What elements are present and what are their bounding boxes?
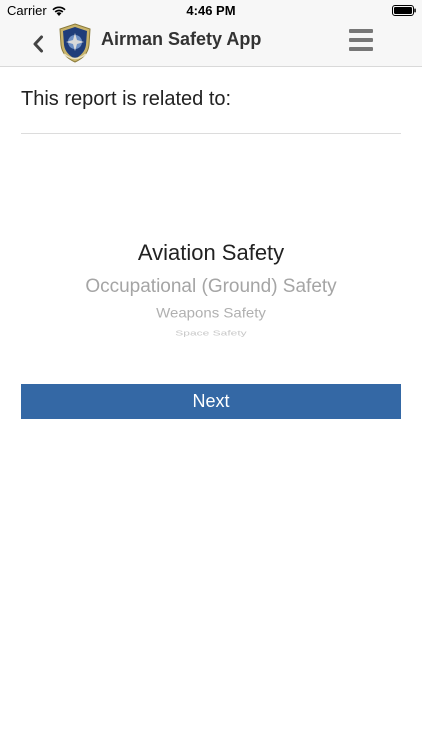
screen: Carrier 4:46 PM Airman Safety App This r…	[0, 0, 422, 750]
app-title: Airman Safety App	[101, 29, 262, 49]
navigation-bar: Airman Safety App	[0, 22, 422, 67]
picker-option-space-safety[interactable]: Space Safety	[21, 329, 401, 337]
back-button[interactable]	[26, 30, 50, 58]
chevron-left-icon	[33, 35, 43, 53]
status-time: 4:46 PM	[186, 3, 236, 18]
divider	[21, 133, 401, 134]
picker-option-aviation-safety[interactable]: Aviation Safety	[21, 240, 401, 266]
air-force-safety-emblem-icon	[59, 23, 91, 63]
picker-option-occupational-safety[interactable]: Occupational (Ground) Safety	[21, 276, 401, 298]
next-button[interactable]: Next	[21, 384, 401, 419]
menu-button[interactable]	[348, 29, 374, 55]
report-prompt: This report is related to:	[21, 88, 232, 110]
safety-category-picker[interactable]: Aviation Safety Occupational (Ground) Sa…	[21, 230, 401, 350]
status-bar: Carrier 4:46 PM	[0, 0, 422, 22]
battery-icon	[392, 5, 416, 16]
picker-option-weapons-safety[interactable]: Weapons Safety	[21, 306, 401, 322]
